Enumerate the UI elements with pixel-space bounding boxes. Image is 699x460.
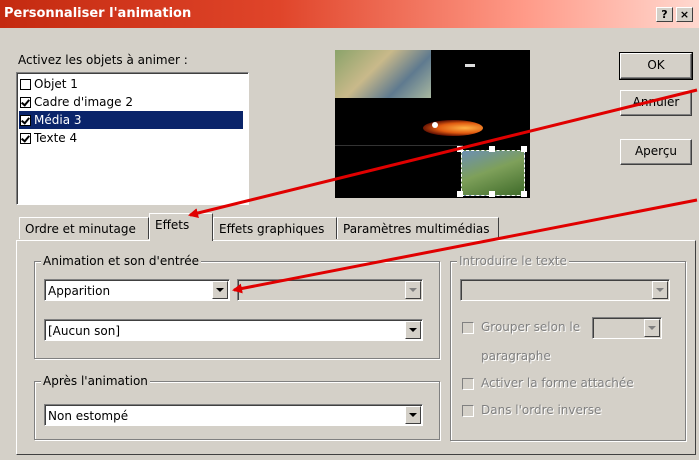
dropdown-arrow-icon[interactable] bbox=[212, 281, 228, 299]
text-introduce-select bbox=[460, 279, 670, 301]
entry-effect-value: Apparition bbox=[48, 284, 111, 298]
effects-panel: Animation et son d'entrée Apparition [Au… bbox=[16, 240, 696, 455]
entry-group-title: Animation et son d'entrée bbox=[41, 254, 201, 268]
after-animation-select[interactable]: Non estompé bbox=[44, 404, 423, 426]
entry-sound-value: [Aucun son] bbox=[48, 324, 120, 338]
list-item[interactable]: Cadre d'image 2 bbox=[19, 93, 243, 111]
dropdown-arrow-icon[interactable] bbox=[405, 321, 421, 339]
list-item-label: Objet 1 bbox=[34, 77, 78, 91]
dropdown-arrow-icon bbox=[405, 281, 421, 299]
list-item-label: Média 3 bbox=[34, 113, 82, 127]
checkbox-icon[interactable] bbox=[20, 132, 31, 144]
selection-handle bbox=[521, 191, 527, 197]
list-item-label: Cadre d'image 2 bbox=[34, 95, 133, 109]
ok-button[interactable]: OK bbox=[619, 52, 693, 80]
group-by-label: Grouper selon le bbox=[481, 320, 581, 334]
objects-label: Activez les objets à animer : bbox=[18, 53, 188, 67]
preview-divider bbox=[335, 145, 463, 146]
objects-list[interactable]: Objet 1 Cadre d'image 2 Média 3 Texte 4 bbox=[16, 72, 249, 205]
list-item[interactable]: Texte 4 bbox=[19, 129, 243, 147]
entry-effect-select[interactable]: Apparition bbox=[44, 279, 230, 301]
selection-handle bbox=[521, 146, 527, 152]
title-bar: Personnaliser l'animation ? × bbox=[0, 0, 699, 28]
tab-effets[interactable]: Effets bbox=[149, 213, 213, 241]
tab-ordre-minutage[interactable]: Ordre et minutage bbox=[19, 217, 149, 239]
close-icon: × bbox=[679, 8, 690, 21]
introduce-text-group: Introduire le texte Grouper selon le par… bbox=[450, 254, 686, 441]
selection-handle bbox=[457, 146, 463, 152]
list-item[interactable]: Média 3 bbox=[19, 111, 243, 129]
dropdown-arrow-icon[interactable] bbox=[405, 406, 421, 424]
checkbox-icon[interactable] bbox=[20, 114, 31, 126]
selection-handle bbox=[489, 191, 495, 197]
window-title: Personnaliser l'animation bbox=[4, 6, 192, 21]
preview-image bbox=[335, 50, 431, 98]
entry-direction-select bbox=[237, 279, 423, 301]
preview-dot bbox=[432, 122, 438, 128]
entry-sound-select[interactable]: [Aucun son] bbox=[44, 319, 423, 341]
reverse-order-label: Dans l'ordre inverse bbox=[481, 403, 602, 417]
checkbox-icon[interactable] bbox=[20, 96, 31, 108]
list-item-label: Texte 4 bbox=[34, 131, 78, 145]
after-animation-value: Non estompé bbox=[48, 409, 129, 423]
preview-button[interactable]: Aperçu bbox=[620, 139, 692, 165]
checkbox-icon bbox=[462, 378, 474, 390]
after-group-title: Après l'animation bbox=[41, 374, 150, 388]
checkbox-icon bbox=[462, 322, 474, 334]
selection-handle bbox=[457, 191, 463, 197]
text-group-title: Introduire le texte bbox=[457, 254, 569, 268]
help-icon: ? bbox=[661, 8, 668, 21]
tab-effets-graphiques[interactable]: Effets graphiques bbox=[213, 217, 337, 239]
entry-animation-group: Animation et son d'entrée Apparition [Au… bbox=[34, 254, 440, 359]
group-by-level-select bbox=[592, 317, 662, 339]
preview-media-frame bbox=[461, 150, 525, 196]
close-button[interactable]: × bbox=[676, 7, 693, 22]
checkbox-icon[interactable] bbox=[20, 78, 31, 90]
after-animation-group: Après l'animation Non estompé bbox=[34, 374, 440, 440]
slide-preview bbox=[335, 50, 530, 198]
cancel-button[interactable]: Annuler bbox=[620, 90, 692, 116]
selection-handle bbox=[489, 146, 495, 152]
dropdown-arrow-icon bbox=[644, 319, 660, 337]
dropdown-arrow-icon bbox=[652, 281, 668, 299]
checkbox-icon bbox=[462, 405, 474, 417]
attached-shape-label: Activer la forme attachée bbox=[481, 376, 634, 390]
tab-parametres-multimedias[interactable]: Paramètres multimédias bbox=[337, 217, 499, 239]
list-item[interactable]: Objet 1 bbox=[19, 75, 243, 93]
paragraph-label: paragraphe bbox=[481, 349, 551, 363]
help-button[interactable]: ? bbox=[656, 7, 673, 22]
preview-text-mark bbox=[465, 64, 475, 67]
